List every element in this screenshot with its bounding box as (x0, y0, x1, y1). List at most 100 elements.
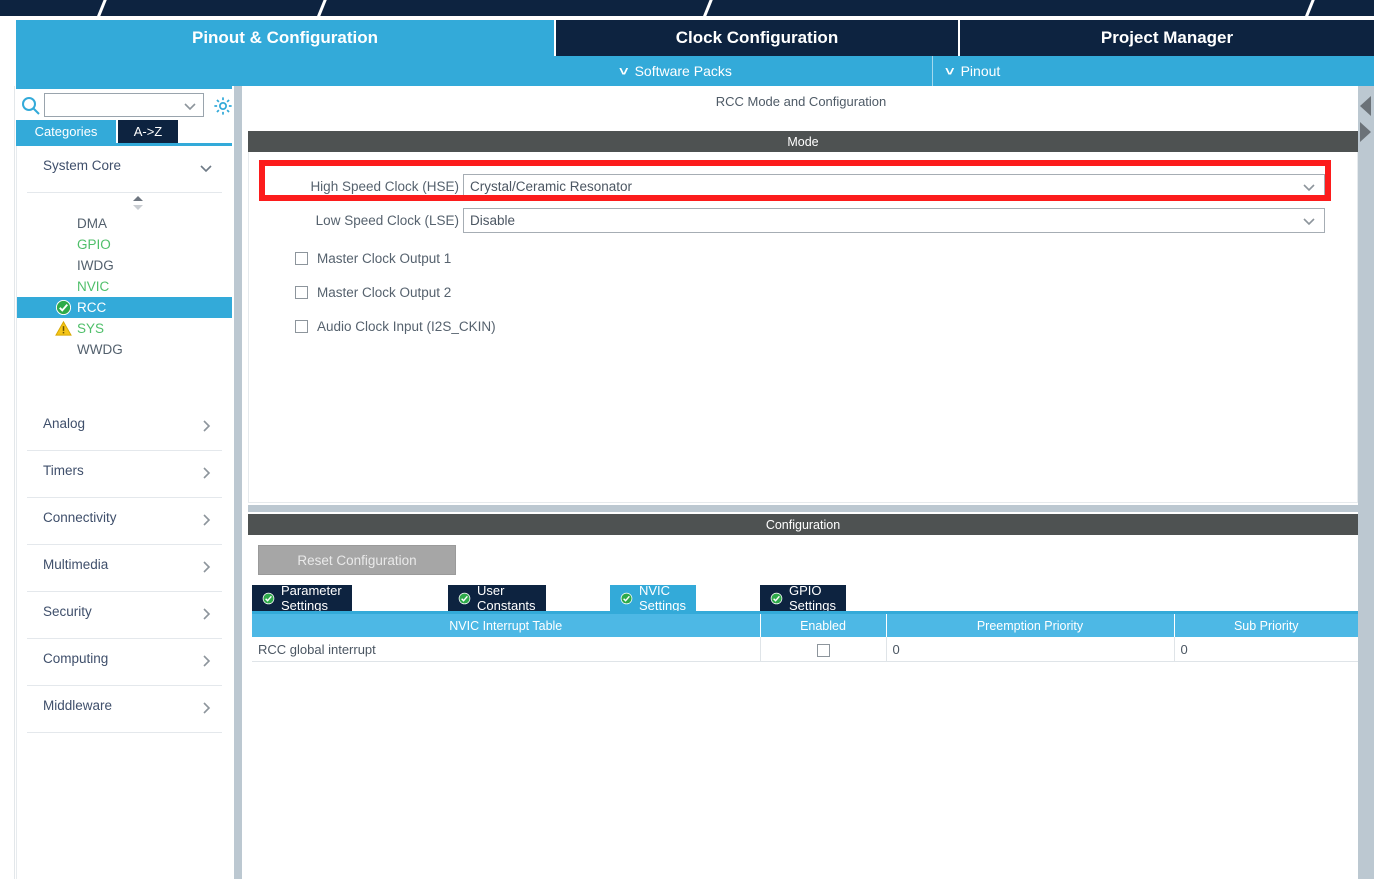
tab-a-to-z[interactable]: A->Z (118, 120, 178, 143)
category-group-system-core[interactable]: System Core (17, 146, 232, 193)
search-icon (20, 95, 42, 117)
category-group-middleware[interactable]: Middleware (17, 686, 232, 733)
slash-decoration (94, 0, 109, 16)
chevron-right-icon[interactable] (198, 653, 214, 669)
group-label: Analog (43, 416, 86, 431)
sidebar-item-sys[interactable]: SYS (17, 318, 232, 339)
sidebar-item-dma[interactable]: DMA (17, 213, 232, 234)
tab-label: Categories (34, 124, 98, 139)
rcc-configuration-panel: RCC Mode and Configuration Mode High Spe… (244, 86, 1358, 879)
sidebar-item-label: RCC (77, 300, 107, 315)
sidebar-item-nvic[interactable]: NVIC (17, 276, 232, 297)
configuration-section-label: Configuration (765, 517, 841, 532)
checkbox-audio-clock-input[interactable]: Audio Clock Input (I2S_CKIN) (295, 316, 496, 337)
lse-select[interactable]: Disable (463, 208, 1325, 233)
triangle-left-icon[interactable] (1360, 96, 1371, 116)
check-circle-icon (620, 592, 633, 605)
triangle-right-icon[interactable] (1360, 122, 1371, 142)
category-group-security[interactable]: Security (17, 592, 232, 639)
chevron-down-icon[interactable] (198, 160, 214, 176)
sidebar-item-label: IWDG (77, 258, 114, 273)
tab-pinout-configuration[interactable]: Pinout & Configuration (16, 20, 554, 56)
tab-nvic-settings[interactable]: NVIC Settings (610, 583, 696, 613)
search-input-wrapper[interactable] (44, 93, 204, 117)
search-input[interactable] (48, 94, 176, 116)
panel-splitter-vertical[interactable] (232, 86, 244, 879)
panel-edge (14, 86, 15, 879)
category-group-timers[interactable]: Timers (17, 451, 232, 498)
chevron-down-icon[interactable] (182, 98, 198, 114)
menu-label: Software Packs (634, 63, 732, 79)
sort-updown-icon[interactable] (131, 195, 145, 214)
reset-configuration-button[interactable]: Reset Configuration (258, 545, 456, 575)
tab-label: Pinout & Configuration (191, 28, 379, 47)
category-group-computing[interactable]: Computing (17, 639, 232, 686)
tab-gpio-settings[interactable]: GPIO Settings (760, 583, 846, 613)
group-label: Computing (43, 651, 109, 666)
hse-label: High Speed Clock (HSE) (310, 179, 459, 194)
chevron-right-icon[interactable] (198, 606, 214, 622)
tab-label: Clock Configuration (675, 28, 839, 47)
table-row[interactable]: RCC global interrupt 0 0 (252, 637, 1358, 662)
check-circle-icon (770, 592, 783, 605)
chevron-right-icon[interactable] (198, 465, 214, 481)
menu-software-packs[interactable]: ˅ Software Packs (619, 56, 732, 86)
sidebar-item-wwdg[interactable]: WWDG (17, 339, 232, 360)
main-tab-bar: Pinout & Configuration Clock Configurati… (0, 16, 1374, 56)
tab-label: User Constants (477, 583, 536, 613)
sidebar-item-rcc[interactable]: RCC (17, 297, 232, 318)
chevron-right-icon[interactable] (198, 700, 214, 716)
sidebar-item-label: NVIC (77, 279, 110, 294)
warning-triangle-icon (55, 320, 72, 337)
slash-decoration (314, 0, 329, 16)
gear-icon[interactable] (212, 95, 234, 117)
search-row (16, 92, 232, 120)
chevron-right-icon[interactable] (198, 559, 214, 575)
mode-section-header: Mode (248, 131, 1358, 152)
group-label: Connectivity (43, 510, 117, 525)
chevron-right-icon[interactable] (198, 418, 214, 434)
group-label: Timers (43, 463, 84, 478)
configuration-section-body: Reset Configuration Parameter Settings U… (248, 535, 1358, 879)
slash-decoration (1302, 0, 1317, 16)
panel-splitter-horizontal[interactable] (248, 503, 1358, 514)
tab-project-manager[interactable]: Project Manager (960, 20, 1374, 56)
column-header-preemption-priority[interactable]: Preemption Priority (886, 614, 1175, 637)
column-header-sub-priority[interactable]: Sub Priority (1174, 614, 1358, 637)
cell-preemption-priority[interactable]: 0 (886, 637, 1175, 662)
checkbox-box[interactable] (295, 286, 308, 299)
tab-parameter-settings[interactable]: Parameter Settings (252, 583, 352, 613)
cell-enabled[interactable] (760, 637, 887, 662)
column-header-enabled[interactable]: Enabled (760, 614, 887, 637)
checkbox-label: Master Clock Output 1 (317, 251, 452, 266)
sidebar-item-label: WWDG (77, 342, 123, 357)
checkbox-box[interactable] (295, 320, 308, 333)
checkbox-box[interactable] (295, 252, 308, 265)
chevron-down-icon: ˅ (945, 63, 955, 79)
tab-user-constants[interactable]: User Constants (448, 583, 546, 613)
chevron-down-icon[interactable] (1301, 213, 1317, 229)
cell-sub-priority[interactable]: 0 (1174, 637, 1358, 662)
tab-clock-configuration[interactable]: Clock Configuration (556, 20, 958, 56)
tab-label: GPIO Settings (789, 583, 836, 613)
sort-arrows[interactable] (17, 193, 232, 213)
checkbox-label: Master Clock Output 2 (317, 285, 452, 300)
hse-select[interactable]: Crystal/Ceramic Resonator (463, 174, 1325, 199)
sidebar-item-iwdg[interactable]: IWDG (17, 255, 232, 276)
category-group-connectivity[interactable]: Connectivity (17, 498, 232, 545)
chevron-down-icon[interactable] (1301, 179, 1317, 195)
sidebar-item-label: GPIO (77, 237, 111, 252)
menu-pinout[interactable]: ˅ Pinout (945, 56, 1000, 86)
checkbox-master-clock-output-2[interactable]: Master Clock Output 2 (295, 282, 451, 303)
right-collapse-strip[interactable] (1358, 86, 1374, 879)
sidebar-item-gpio[interactable]: GPIO (17, 234, 232, 255)
checkbox-box[interactable] (816, 643, 830, 657)
stm32cubemx-window: Pinout & Configuration Clock Configurati… (0, 0, 1374, 879)
tab-categories[interactable]: Categories (16, 120, 116, 143)
category-group-analog[interactable]: Analog (17, 404, 232, 451)
category-group-multimedia[interactable]: Multimedia (17, 545, 232, 592)
checkbox-master-clock-output-1[interactable]: Master Clock Output 1 (295, 248, 451, 269)
chevron-right-icon[interactable] (198, 512, 214, 528)
column-header-nvic-interrupt-table[interactable]: NVIC Interrupt Table (252, 614, 761, 637)
